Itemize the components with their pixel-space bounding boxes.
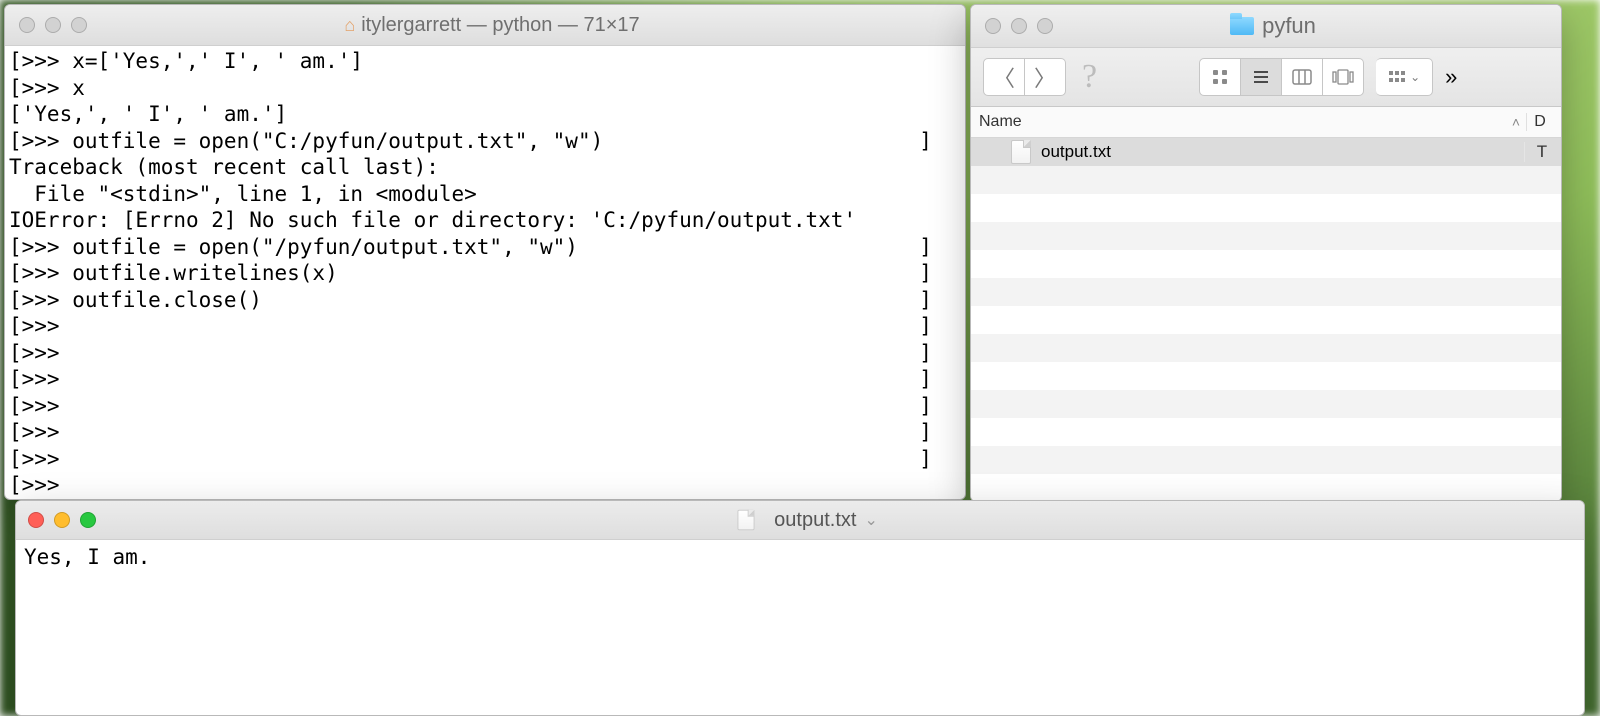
table-row [971, 194, 1561, 222]
view-segment [1199, 58, 1364, 96]
table-row [971, 222, 1561, 250]
table-row [971, 306, 1561, 334]
view-list-button[interactable] [1241, 58, 1282, 96]
finder-file-list[interactable]: output.txt T [971, 138, 1561, 501]
finder-title: pyfun [1063, 13, 1483, 39]
column-name[interactable]: Name [979, 113, 1506, 131]
chevron-down-icon[interactable]: ⌄ [864, 510, 877, 530]
arrange-segment: ⌄ [1376, 58, 1433, 96]
terminal-body[interactable]: [>>> x=['Yes,',' I', ' am.'] [>>> x ['Ye… [5, 46, 965, 499]
table-row [971, 334, 1561, 362]
texteditor-window: output.txt ⌄ Yes, I am. [15, 500, 1585, 716]
texteditor-title-text: output.txt [774, 509, 856, 532]
finder-column-header[interactable]: Name ˄ D [971, 107, 1561, 138]
nav-segment: 〈 〉 [983, 58, 1066, 96]
table-row [971, 418, 1561, 446]
terminal-title: ⌂ itylergarrett — python — 71×17 [97, 14, 887, 37]
finder-titlebar[interactable]: pyfun [971, 5, 1561, 48]
help-icon[interactable]: ? [1082, 58, 1097, 96]
view-icons-button[interactable] [1199, 58, 1241, 96]
finder-title-text: pyfun [1262, 13, 1316, 39]
zoom-icon[interactable] [80, 512, 96, 528]
terminal-title-text: itylergarrett — python — 71×17 [361, 14, 639, 37]
gallery-icon [1332, 69, 1354, 85]
file-col2: T [1524, 142, 1553, 162]
chevron-down-icon: ⌄ [1410, 70, 1420, 84]
folder-icon [1230, 17, 1254, 35]
finder-traffic-lights [985, 18, 1053, 34]
forward-button[interactable]: 〉 [1025, 58, 1066, 96]
table-row [971, 278, 1561, 306]
view-columns-button[interactable] [1282, 58, 1323, 96]
texteditor-titlebar[interactable]: output.txt ⌄ [16, 501, 1584, 540]
home-icon: ⌂ [344, 15, 355, 36]
terminal-titlebar[interactable]: ⌂ itylergarrett — python — 71×17 [5, 5, 965, 46]
table-row [971, 166, 1561, 194]
document-icon [738, 510, 755, 530]
zoom-icon[interactable] [1037, 18, 1053, 34]
terminal-window: ⌂ itylergarrett — python — 71×17 [>>> x=… [4, 4, 966, 500]
table-row[interactable]: output.txt T [971, 138, 1561, 166]
texteditor-body[interactable]: Yes, I am. [16, 540, 1584, 715]
grid-icon [1211, 68, 1229, 86]
chevron-right-icon: 〉 [1034, 61, 1056, 93]
texteditor-title: output.txt ⌄ [96, 508, 1518, 532]
table-row [971, 362, 1561, 390]
view-gallery-button[interactable] [1323, 58, 1364, 96]
close-icon[interactable] [985, 18, 1001, 34]
sort-indicator-icon[interactable]: ˄ [1506, 114, 1526, 130]
close-icon[interactable] [28, 512, 44, 528]
columns-icon [1292, 69, 1312, 85]
finder-toolbar: 〈 〉 ? [971, 48, 1561, 107]
minimize-icon[interactable] [54, 512, 70, 528]
texteditor-traffic-lights [28, 512, 96, 528]
table-row [971, 390, 1561, 418]
minimize-icon[interactable] [45, 17, 61, 33]
close-icon[interactable] [19, 17, 35, 33]
arrange-icon [1388, 70, 1406, 84]
back-button[interactable]: 〈 [983, 58, 1025, 96]
document-icon [1011, 140, 1031, 164]
zoom-icon[interactable] [71, 17, 87, 33]
arrange-button[interactable]: ⌄ [1376, 58, 1433, 96]
table-row [971, 474, 1561, 501]
list-icon [1252, 68, 1270, 86]
column-secondary[interactable]: D [1526, 113, 1553, 131]
toolbar-overflow-button[interactable]: » [1445, 64, 1457, 90]
terminal-traffic-lights [19, 17, 87, 33]
table-row [971, 250, 1561, 278]
table-row [971, 446, 1561, 474]
chevron-left-icon: 〈 [993, 61, 1015, 93]
finder-window: pyfun 〈 〉 ? [970, 4, 1562, 502]
minimize-icon[interactable] [1011, 18, 1027, 34]
file-name: output.txt [1041, 142, 1111, 162]
